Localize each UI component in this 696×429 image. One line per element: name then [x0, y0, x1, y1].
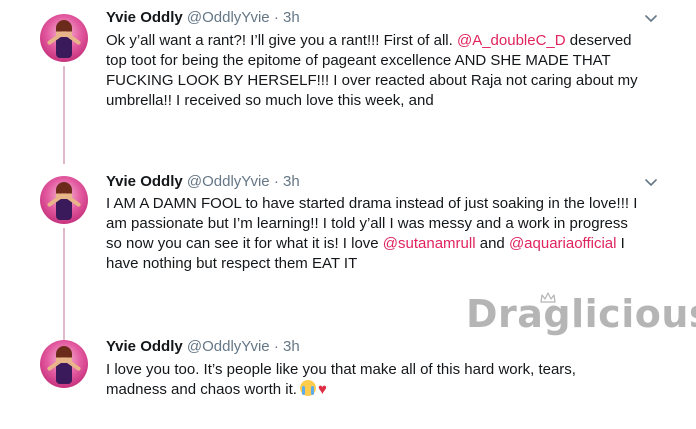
tweet-text: I AM A DAMN FOOL to have started drama i… [106, 194, 662, 274]
display-name[interactable]: Yvie Oddly [106, 9, 183, 26]
timestamp[interactable]: 3h [283, 9, 300, 26]
text-segment: Ok y’all want a rant?! I’ll give you a r… [106, 32, 457, 49]
heart-icon: ♥ [317, 381, 327, 398]
display-name[interactable]: Yvie Oddly [106, 338, 183, 355]
timestamp[interactable]: 3h [283, 338, 300, 355]
tweet-text: Ok y’all want a rant?! I’ll give you a r… [106, 31, 662, 111]
thread-line [63, 228, 65, 320]
thread-line [63, 66, 65, 150]
avatar[interactable] [40, 14, 88, 62]
avatar[interactable] [40, 176, 88, 224]
tweet-text: I love you too. It’s people like you tha… [106, 360, 662, 400]
timestamp[interactable]: 3h [283, 173, 300, 190]
tweet-header: Yvie Oddly @OddlyYvie · 3h [106, 337, 300, 357]
text-segment: I love you too. It’s people like you tha… [106, 361, 576, 398]
mention-link[interactable]: @A_doubleC_D [457, 32, 566, 49]
chevron-down-icon[interactable] [645, 176, 657, 188]
separator-dot: · [273, 173, 279, 190]
avatar[interactable] [40, 340, 88, 388]
chevron-down-icon[interactable] [645, 12, 657, 24]
tweet-header: Yvie Oddly @OddlyYvie · 3h [106, 172, 300, 192]
separator-dot: · [273, 9, 279, 26]
separator-dot: · [273, 338, 279, 355]
thread-line [63, 150, 65, 164]
tweet-header: Yvie Oddly @OddlyYvie · 3h [106, 8, 300, 28]
thread-line [63, 320, 65, 340]
display-name[interactable]: Yvie Oddly [106, 173, 183, 190]
tweet[interactable]: Yvie Oddly @OddlyYvie · 3h I love you to… [0, 320, 696, 429]
user-handle[interactable]: @OddlyYvie [187, 338, 270, 355]
text-segment: and [475, 235, 509, 252]
loudly-crying-face-icon [299, 380, 316, 396]
user-handle[interactable]: @OddlyYvie [187, 9, 270, 26]
tweet[interactable]: Yvie Oddly @OddlyYvie · 3h Ok y’all want… [0, 0, 696, 150]
crown-icon [540, 292, 556, 303]
user-handle[interactable]: @OddlyYvie [187, 173, 270, 190]
mention-link[interactable]: @aquariaofficial [509, 235, 617, 252]
mention-link[interactable]: @sutanamrull [383, 235, 476, 252]
